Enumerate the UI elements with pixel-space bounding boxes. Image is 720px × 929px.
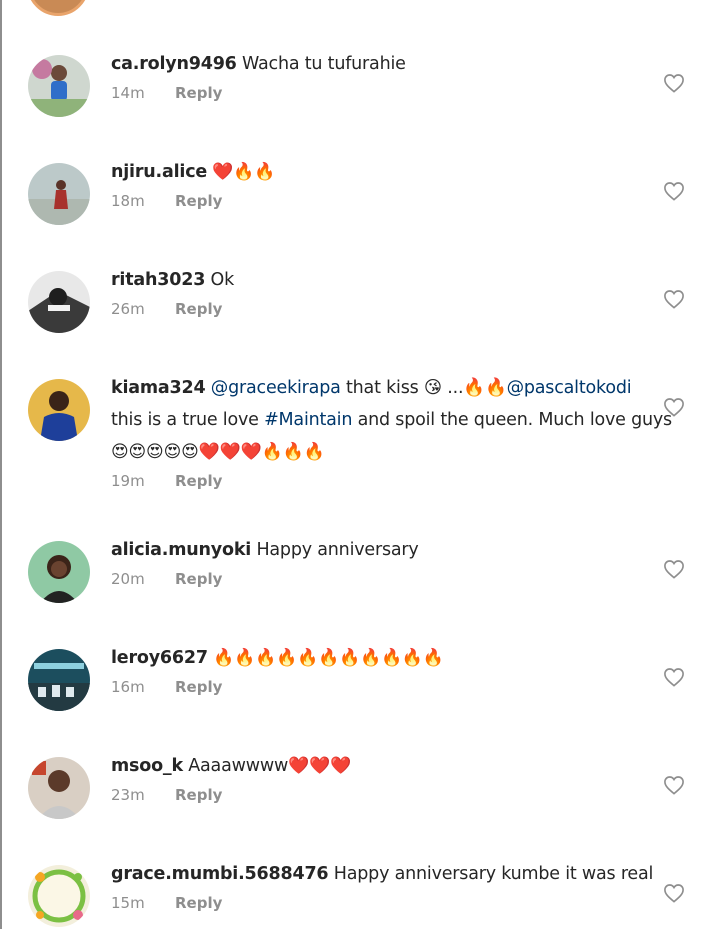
comment-username[interactable]: alicia.munyoki — [111, 540, 251, 560]
comment-username[interactable]: ritah3023 — [111, 270, 205, 290]
comment-meta: 20m Reply — [111, 568, 651, 590]
comment-username[interactable]: njiru.alice — [111, 162, 207, 182]
reply-button[interactable]: Reply — [175, 192, 222, 210]
comment-meta: 15m Reply — [111, 892, 651, 914]
comment-time: 26m — [111, 300, 145, 318]
comment-meta: 14m Reply — [111, 82, 651, 104]
comment-body: Happy anniversary kumbe it was real — [333, 864, 654, 884]
comment-username[interactable]: ca.rolyn9496 — [111, 54, 237, 74]
reply-button[interactable]: Reply — [175, 570, 222, 588]
comment-meta: 19m Reply — [111, 470, 651, 492]
avatar[interactable] — [28, 55, 90, 117]
comment-body: this is a true love — [111, 410, 265, 430]
reply-button[interactable]: Reply — [175, 678, 222, 696]
comment-time: 20m — [111, 570, 145, 588]
comment-username[interactable]: kiama324 — [111, 378, 206, 398]
heart-outline-icon[interactable] — [663, 73, 685, 93]
avatar[interactable] — [28, 757, 90, 819]
comment-body: Happy anniversary — [256, 540, 419, 560]
comment-time: 19m — [111, 472, 145, 490]
reply-button[interactable]: Reply — [175, 84, 222, 102]
reply-button[interactable]: Reply — [175, 300, 222, 318]
reply-button[interactable]: Reply — [175, 472, 222, 490]
heart-outline-icon[interactable] — [663, 667, 685, 687]
comment-text: alicia.munyoki Happy anniversary — [111, 534, 651, 566]
comment-emoji-line: 😍😍😍😍😍❤️❤️❤️🔥🔥🔥 — [111, 436, 651, 468]
hashtag-link[interactable]: #Maintain — [264, 410, 352, 430]
comment-text: msoo_k Aaaawwww❤️❤️❤️ — [111, 750, 651, 782]
comment-username[interactable]: grace.mumbi.5688476 — [111, 864, 329, 884]
comment-text: njiru.alice ❤️🔥🔥 — [111, 156, 651, 188]
comment-meta: 16m Reply — [111, 676, 651, 698]
heart-outline-icon[interactable] — [663, 397, 685, 417]
comment-username[interactable]: leroy6627 — [111, 648, 208, 668]
mention-link[interactable]: @pascaltokodi — [507, 378, 632, 398]
heart-outline-icon[interactable] — [663, 559, 685, 579]
comment-body: Aaaawwww — [188, 756, 289, 776]
heart-outline-icon[interactable] — [663, 289, 685, 309]
comment-text: grace.mumbi.5688476 Happy anniversary ku… — [111, 858, 654, 890]
reply-button[interactable]: Reply — [175, 786, 222, 804]
avatar[interactable] — [28, 541, 90, 603]
comment-time: 18m — [111, 192, 145, 210]
comment-body: that kiss 😘 ...🔥🔥 — [340, 378, 507, 398]
mention-link[interactable]: @graceekirapa — [211, 378, 341, 398]
comment-emoji: ❤️❤️❤️ — [288, 756, 351, 776]
comment-text: kiama324 @graceekirapa that kiss 😘 ...🔥🔥… — [111, 372, 651, 404]
comment-text-line: this is a true love #Maintain and spoil … — [111, 404, 672, 436]
left-divider — [0, 0, 2, 929]
heart-outline-icon[interactable] — [663, 181, 685, 201]
comment-emoji: 😍😍😍😍😍❤️❤️❤️🔥🔥🔥 — [111, 442, 325, 462]
comment-emoji: 🔥🔥🔥🔥🔥🔥🔥🔥🔥🔥🔥 — [213, 648, 444, 668]
heart-outline-icon[interactable] — [663, 883, 685, 903]
comment-time: 23m — [111, 786, 145, 804]
avatar[interactable] — [28, 163, 90, 225]
avatar[interactable] — [28, 649, 90, 711]
avatar[interactable] — [28, 379, 90, 441]
avatar[interactable] — [27, 0, 89, 16]
comment-text: leroy6627 🔥🔥🔥🔥🔥🔥🔥🔥🔥🔥🔥 — [111, 642, 651, 674]
comment-meta: 26m Reply — [111, 298, 651, 320]
comment-meta: 23m Reply — [111, 784, 651, 806]
comment-time: 16m — [111, 678, 145, 696]
comment-time: 14m — [111, 84, 145, 102]
reply-button[interactable]: Reply — [175, 894, 222, 912]
comment-emoji: ❤️🔥🔥 — [212, 162, 276, 182]
heart-outline-icon[interactable] — [663, 775, 685, 795]
comment-body: Ok — [210, 270, 235, 290]
comment-time: 15m — [111, 894, 145, 912]
comment-meta: 18m Reply — [111, 190, 651, 212]
avatar[interactable] — [28, 865, 90, 927]
comment-body: and spoil the queen. Much love guys — [352, 410, 673, 430]
comment-text: ritah3023 Ok — [111, 264, 651, 296]
comment-text: ca.rolyn9496 Wacha tu tufurahie — [111, 48, 651, 80]
avatar[interactable] — [28, 271, 90, 333]
comment-body: Wacha tu tufurahie — [242, 54, 406, 74]
comment-username[interactable]: msoo_k — [111, 756, 183, 776]
